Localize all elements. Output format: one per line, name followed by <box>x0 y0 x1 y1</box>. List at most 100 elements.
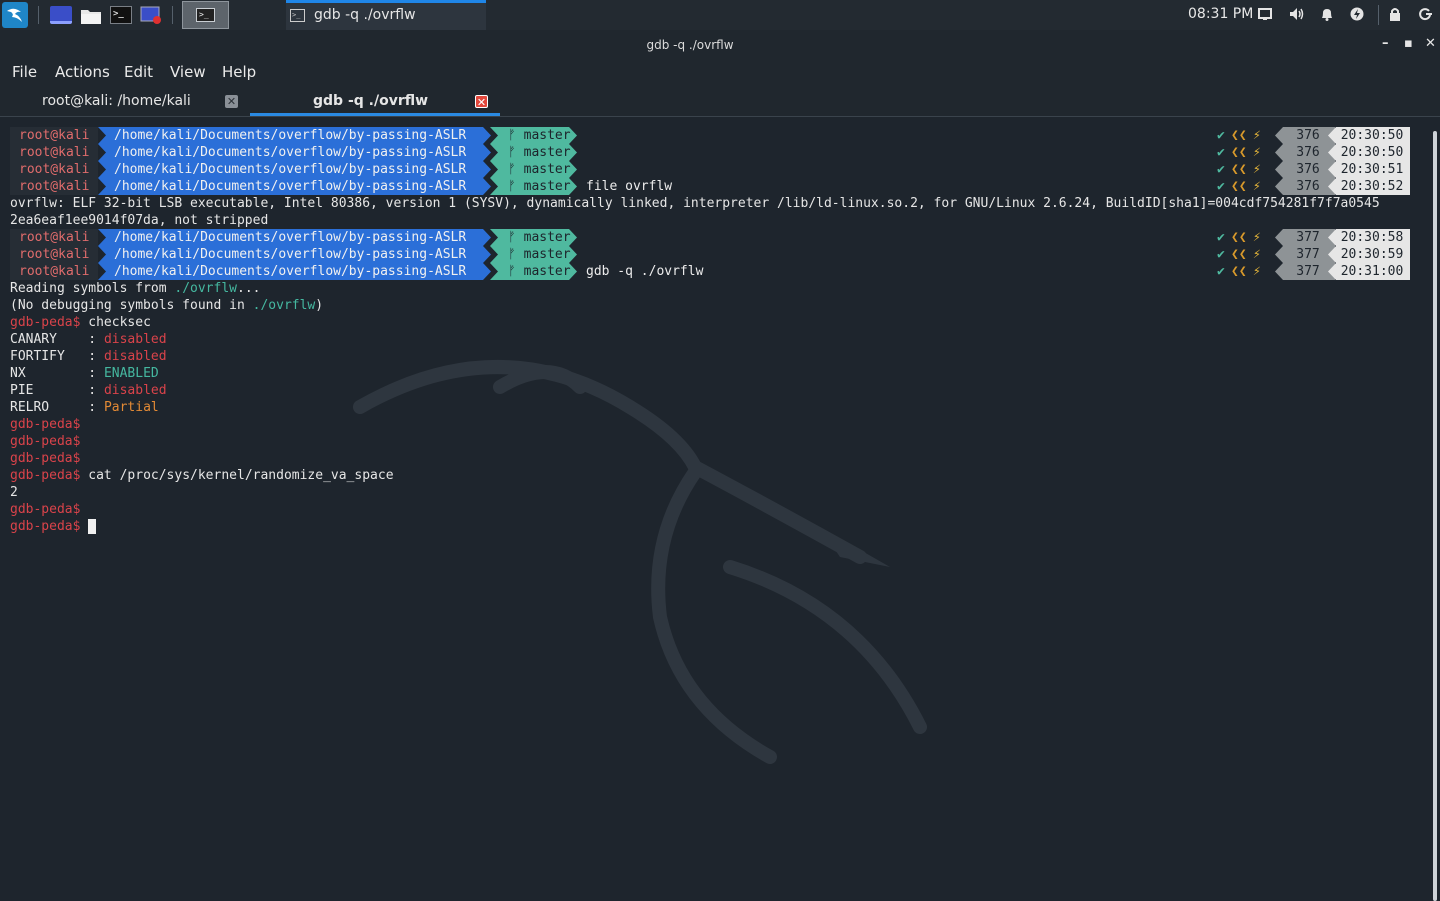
minimize-icon[interactable]: – <box>1382 36 1389 51</box>
maximize-icon[interactable]: ▪ <box>1404 36 1413 51</box>
tab-bar: root@kali: /home/kali ✕ gdb -q ./ovrflw … <box>0 86 1440 117</box>
checksec-name: FORTIFY <box>10 349 89 364</box>
prompt-path: /home/kali/Documents/overflow/by-passing… <box>98 246 491 263</box>
checksec-colon: : <box>88 383 104 398</box>
checksec-colon: : <box>88 349 104 364</box>
terminal-view[interactable]: root@kali /home/kali/Documents/overflow/… <box>0 117 1430 900</box>
checksec-value: disabled <box>103 349 167 364</box>
separator-icon: ❮❮ <box>1231 230 1247 245</box>
scrollbar-thumb[interactable] <box>1433 131 1437 901</box>
prompt-git-branch: ᚠ master <box>490 246 577 263</box>
text-cursor <box>88 519 97 534</box>
prompt-status: ✔ ❮❮ ⚡ <box>1215 178 1275 195</box>
prompt-user: root@kali <box>10 263 98 280</box>
power-manager-icon[interactable] <box>1350 7 1364 25</box>
check-icon: ✔ <box>1217 264 1225 279</box>
prompt-time: 20:30:50 <box>1328 127 1410 144</box>
prompt-user: root@kali <box>10 246 98 263</box>
checksec-row: PIE : disabled <box>10 382 167 399</box>
bolt-icon: ⚡ <box>1253 145 1261 160</box>
prompt-status: ✔ ❮❮ ⚡ <box>1215 127 1275 144</box>
prompt-history-number: 377 <box>1275 263 1335 280</box>
terminal-scrollbar[interactable] <box>1430 117 1440 901</box>
menu-help[interactable]: Help <box>222 63 256 81</box>
output-text: Reading symbols from <box>10 281 175 296</box>
tab-label: gdb -q ./ovrflw <box>313 93 429 109</box>
terminal-launcher-icon[interactable]: >_ <box>110 6 132 24</box>
checksec-row: NX : ENABLED <box>10 365 159 382</box>
output-path: ./ovrflw <box>252 298 316 313</box>
display-icon[interactable] <box>1258 7 1272 25</box>
close-icon[interactable]: ✕ <box>1425 36 1436 51</box>
separator-icon: ❮❮ <box>1231 128 1247 143</box>
menu-edit[interactable]: Edit <box>124 63 153 81</box>
tab-label: root@kali: /home/kali <box>42 93 191 109</box>
screen-recorder-icon[interactable] <box>140 5 162 25</box>
output-line: 2 <box>10 485 18 500</box>
prompt-line: root@kali /home/kali/Documents/overflow/… <box>10 246 1410 263</box>
notification-bell-icon[interactable] <box>1320 7 1334 25</box>
prompt-path: /home/kali/Documents/overflow/by-passing… <box>98 229 491 246</box>
window-task-button[interactable]: >_ gdb -q ./ovrflw <box>286 0 486 30</box>
gdb-line: gdb-peda$ cat /proc/sys/kernel/randomize… <box>10 467 394 484</box>
terminal-task-button[interactable]: >_ <box>182 1 229 29</box>
prompt-path: /home/kali/Documents/overflow/by-passing… <box>98 127 491 144</box>
window-title: gdb -q ./ovrflw <box>646 38 734 52</box>
gdb-prompt: gdb-peda$ <box>10 417 81 432</box>
prompt-git-branch: ᚠ master <box>490 144 577 161</box>
prompt-path: /home/kali/Documents/overflow/by-passing… <box>98 161 491 178</box>
prompt-time: 20:30:52 <box>1328 178 1410 195</box>
tab-close-icon[interactable]: ✕ <box>225 95 238 108</box>
file-manager-icon[interactable] <box>80 7 102 25</box>
bolt-icon: ⚡ <box>1253 128 1261 143</box>
clock[interactable]: 08:31 PM <box>1188 6 1253 22</box>
prompt-history-number: 376 <box>1275 144 1335 161</box>
bolt-icon: ⚡ <box>1253 230 1261 245</box>
bolt-icon: ⚡ <box>1253 162 1261 177</box>
check-icon: ✔ <box>1217 230 1225 245</box>
output-line: (No debugging symbols found in ./ovrflw) <box>10 297 323 314</box>
output-text: ... <box>237 281 261 296</box>
menu-view[interactable]: View <box>170 63 206 81</box>
prompt-user: root@kali <box>10 161 98 178</box>
prompt-line: root@kali /home/kali/Documents/overflow/… <box>10 144 1410 161</box>
checksec-row: FORTIFY : disabled <box>10 348 167 365</box>
prompt-path: /home/kali/Documents/overflow/by-passing… <box>98 178 491 195</box>
output-line: ovrflw: ELF 32-bit LSB executable, Intel… <box>10 196 1380 211</box>
prompt-line: root@kali /home/kali/Documents/overflow/… <box>10 178 1410 195</box>
prompt-user: root@kali <box>10 229 98 246</box>
menu-actions[interactable]: Actions <box>55 63 110 81</box>
menubar: File Actions Edit View Help <box>0 60 1440 86</box>
output-path: ./ovrflw <box>174 281 237 296</box>
separator-icon: ❮❮ <box>1231 264 1247 279</box>
taskbar-separator <box>38 6 39 24</box>
checksec-value: disabled <box>103 383 167 398</box>
taskbar-separator <box>1378 5 1379 25</box>
tab-close-icon[interactable]: ✕ <box>475 95 488 109</box>
checksec-value: ENABLED <box>103 366 159 381</box>
prompt-line: root@kali /home/kali/Documents/overflow/… <box>10 229 1410 246</box>
lock-screen-icon[interactable] <box>1388 7 1402 26</box>
tab-gdb[interactable]: gdb -q ./ovrflw ✕ <box>250 86 500 116</box>
menu-file[interactable]: File <box>12 63 37 81</box>
prompt-time: 20:30:59 <box>1328 246 1410 263</box>
gdb-line: gdb-peda$ checksec <box>10 314 151 331</box>
checksec-value: disabled <box>103 332 167 347</box>
checksec-colon: : <box>88 400 104 415</box>
prompt-user: root@kali <box>10 178 98 195</box>
separator-icon: ❮❮ <box>1231 162 1247 177</box>
kali-dragon-watermark <box>353 360 927 764</box>
prompt-user: root@kali <box>10 127 98 144</box>
prompt-command: file ovrflw <box>586 179 673 194</box>
logout-icon[interactable] <box>1418 7 1432 25</box>
workspace-icon[interactable] <box>50 6 72 24</box>
gdb-line: gdb-peda$ <box>10 416 80 433</box>
tab-root-shell[interactable]: root@kali: /home/kali ✕ <box>0 86 250 116</box>
volume-icon[interactable] <box>1289 7 1305 25</box>
gdb-prompt: gdb-peda$ <box>10 468 81 483</box>
gdb-line: gdb-peda$ <box>10 518 97 535</box>
kali-menu-icon[interactable] <box>2 2 28 28</box>
prompt-line: root@kali /home/kali/Documents/overflow/… <box>10 161 1410 178</box>
checksec-row: RELRO : Partial <box>10 399 159 416</box>
prompt-history-number: 376 <box>1275 127 1335 144</box>
